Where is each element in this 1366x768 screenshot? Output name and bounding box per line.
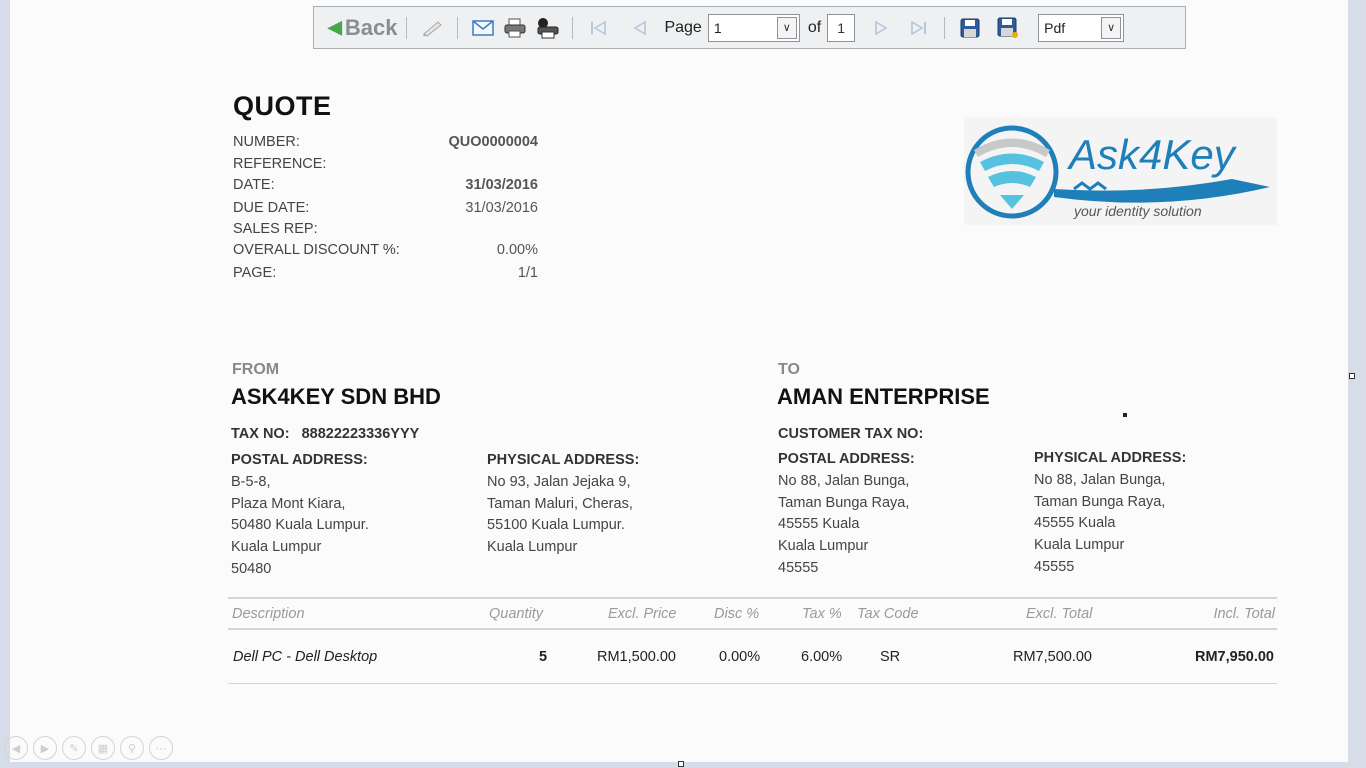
to-physical-address: PHYSICAL ADDRESS: No 88, Jalan Bunga, Ta… [1034, 448, 1264, 579]
header-tax: Tax % [802, 605, 842, 622]
meta-value: 1/1 [517, 265, 538, 281]
meta-label: PAGE: [233, 265, 277, 281]
address-line: 45555 Kuala [1034, 515, 1116, 532]
header-quantity: Quantity [489, 605, 543, 622]
meta-label: REFERENCE: [233, 156, 327, 172]
row-incl-total: RM7,950.00 [1195, 648, 1274, 665]
row-tax: 6.00% [801, 648, 843, 665]
address-header: PHYSICAL ADDRESS: [487, 452, 640, 468]
address-line: Taman Bunga Raya, [778, 494, 910, 511]
address-line: Taman Maluri, Cheras, [487, 495, 633, 512]
header-tax-code: Tax Code [857, 605, 919, 622]
meta-row-page: PAGE: 1/1 [233, 265, 538, 281]
to-tax-row: CUSTOMER TAX NO: [778, 426, 931, 442]
address-line: Kuala Lumpur [1034, 537, 1125, 554]
address-line: No 93, Jalan Jejaka 9, [487, 473, 631, 490]
meta-value: QUO0000004 [448, 134, 538, 150]
row-description: Dell PC - Dell Desktop [233, 648, 378, 665]
meta-row-date: DATE: 31/03/2016 [233, 177, 538, 193]
header-excl-price: Excl. Price [608, 605, 677, 622]
row-tax-code: SR [880, 648, 901, 665]
meta-row-overall-discount: OVERALL DISCOUNT %: 0.00% [233, 242, 538, 258]
header-description: Description [232, 605, 305, 622]
slides-icon[interactable]: ▦ [91, 736, 115, 760]
address-line: Taman Bunga Raya, [1034, 493, 1166, 510]
address-line: 50480 Kuala Lumpur. [231, 517, 369, 534]
address-line: 45555 [778, 559, 819, 576]
row-disc: 0.00% [719, 648, 761, 665]
table-divider [228, 683, 1277, 684]
quote-document: QUOTE NUMBER: QUO0000004 REFERENCE: DATE… [0, 0, 1366, 768]
document-title: QUOTE [233, 91, 332, 121]
meta-label: DUE DATE: [233, 200, 310, 216]
address-line: No 88, Jalan Bunga, [1034, 471, 1166, 488]
address-line: Plaza Mont Kiara, [231, 495, 346, 512]
row-excl-total: RM7,500.00 [1013, 648, 1092, 665]
address-line: 45555 [1034, 558, 1075, 575]
cursor-dot [1123, 413, 1127, 417]
from-label: FROM [232, 361, 280, 378]
previous-icon[interactable]: ◀ [4, 736, 28, 760]
meta-value: 0.00% [496, 242, 538, 258]
logo-tagline: your identity solution [1073, 203, 1202, 219]
zoom-icon[interactable]: ⚲ [120, 736, 144, 760]
address-line: Kuala Lumpur [778, 538, 869, 555]
to-postal-address: POSTAL ADDRESS: No 88, Jalan Bunga, Tama… [778, 449, 1008, 580]
meta-row-due-date: DUE DATE: 31/03/2016 [233, 200, 538, 216]
to-company-name: AMAN ENTERPRISE [777, 384, 990, 409]
from-tax-label: TAX NO: [231, 426, 290, 442]
address-header: POSTAL ADDRESS: [231, 452, 368, 468]
table-row: Dell PC - Dell Desktop 5 RM1,500.00 0.00… [228, 630, 1277, 683]
pen-icon[interactable]: ✎ [62, 736, 86, 760]
address-header: PHYSICAL ADDRESS: [1034, 450, 1187, 466]
slide-nav-controls: ◀ ▶ ✎ ▦ ⚲ ⋯ [4, 736, 173, 760]
meta-row-number: NUMBER: QUO0000004 [233, 134, 538, 150]
meta-label: OVERALL DISCOUNT %: [233, 242, 400, 258]
more-icon[interactable]: ⋯ [149, 736, 173, 760]
from-postal-address: POSTAL ADDRESS: B-5-8, Plaza Mont Kiara,… [231, 450, 461, 581]
to-label: TO [778, 361, 800, 378]
meta-label: NUMBER: [233, 134, 300, 150]
address-line: 45555 Kuala [778, 516, 860, 533]
from-tax-value: 88822223336YYY [301, 426, 420, 442]
logo-brand-text: Ask4Key [1066, 131, 1238, 178]
company-logo: Ask4Key your identity solution [964, 117, 1277, 225]
meta-label: SALES REP: [233, 221, 318, 237]
meta-row-reference: REFERENCE: [233, 156, 538, 172]
header-disc: Disc % [714, 605, 760, 622]
address-line: B-5-8, [231, 473, 271, 490]
row-excl-price: RM1,500.00 [597, 648, 676, 665]
header-incl-total: Incl. Total [1213, 605, 1275, 622]
from-physical-address: PHYSICAL ADDRESS: No 93, Jalan Jejaka 9,… [487, 450, 717, 559]
meta-value: 31/03/2016 [465, 177, 538, 193]
address-line: Kuala Lumpur [231, 539, 322, 556]
meta-row-sales-rep: SALES REP: [233, 221, 538, 237]
address-line: 50480 [231, 560, 272, 577]
meta-value: 31/03/2016 [465, 200, 538, 216]
next-icon[interactable]: ▶ [33, 736, 57, 760]
row-quantity: 5 [539, 648, 548, 665]
address-line: No 88, Jalan Bunga, [778, 472, 910, 489]
from-tax-row: TAX NO: 88822223336YYY [231, 426, 419, 442]
line-items-table: Description Quantity Excl. Price Disc % … [228, 597, 1277, 684]
header-excl-total: Excl. Total [1026, 605, 1093, 622]
meta-label: DATE: [233, 177, 275, 193]
from-company-name: ASK4KEY SDN BHD [231, 384, 441, 409]
address-header: POSTAL ADDRESS: [778, 451, 915, 467]
logo-graphic: Ask4Key your identity solution [965, 125, 1270, 219]
table-header-row: Description Quantity Excl. Price Disc % … [228, 599, 1277, 628]
address-line: Kuala Lumpur [487, 539, 578, 556]
to-tax-label: CUSTOMER TAX NO: [778, 426, 924, 442]
address-line: 55100 Kuala Lumpur. [487, 517, 625, 534]
